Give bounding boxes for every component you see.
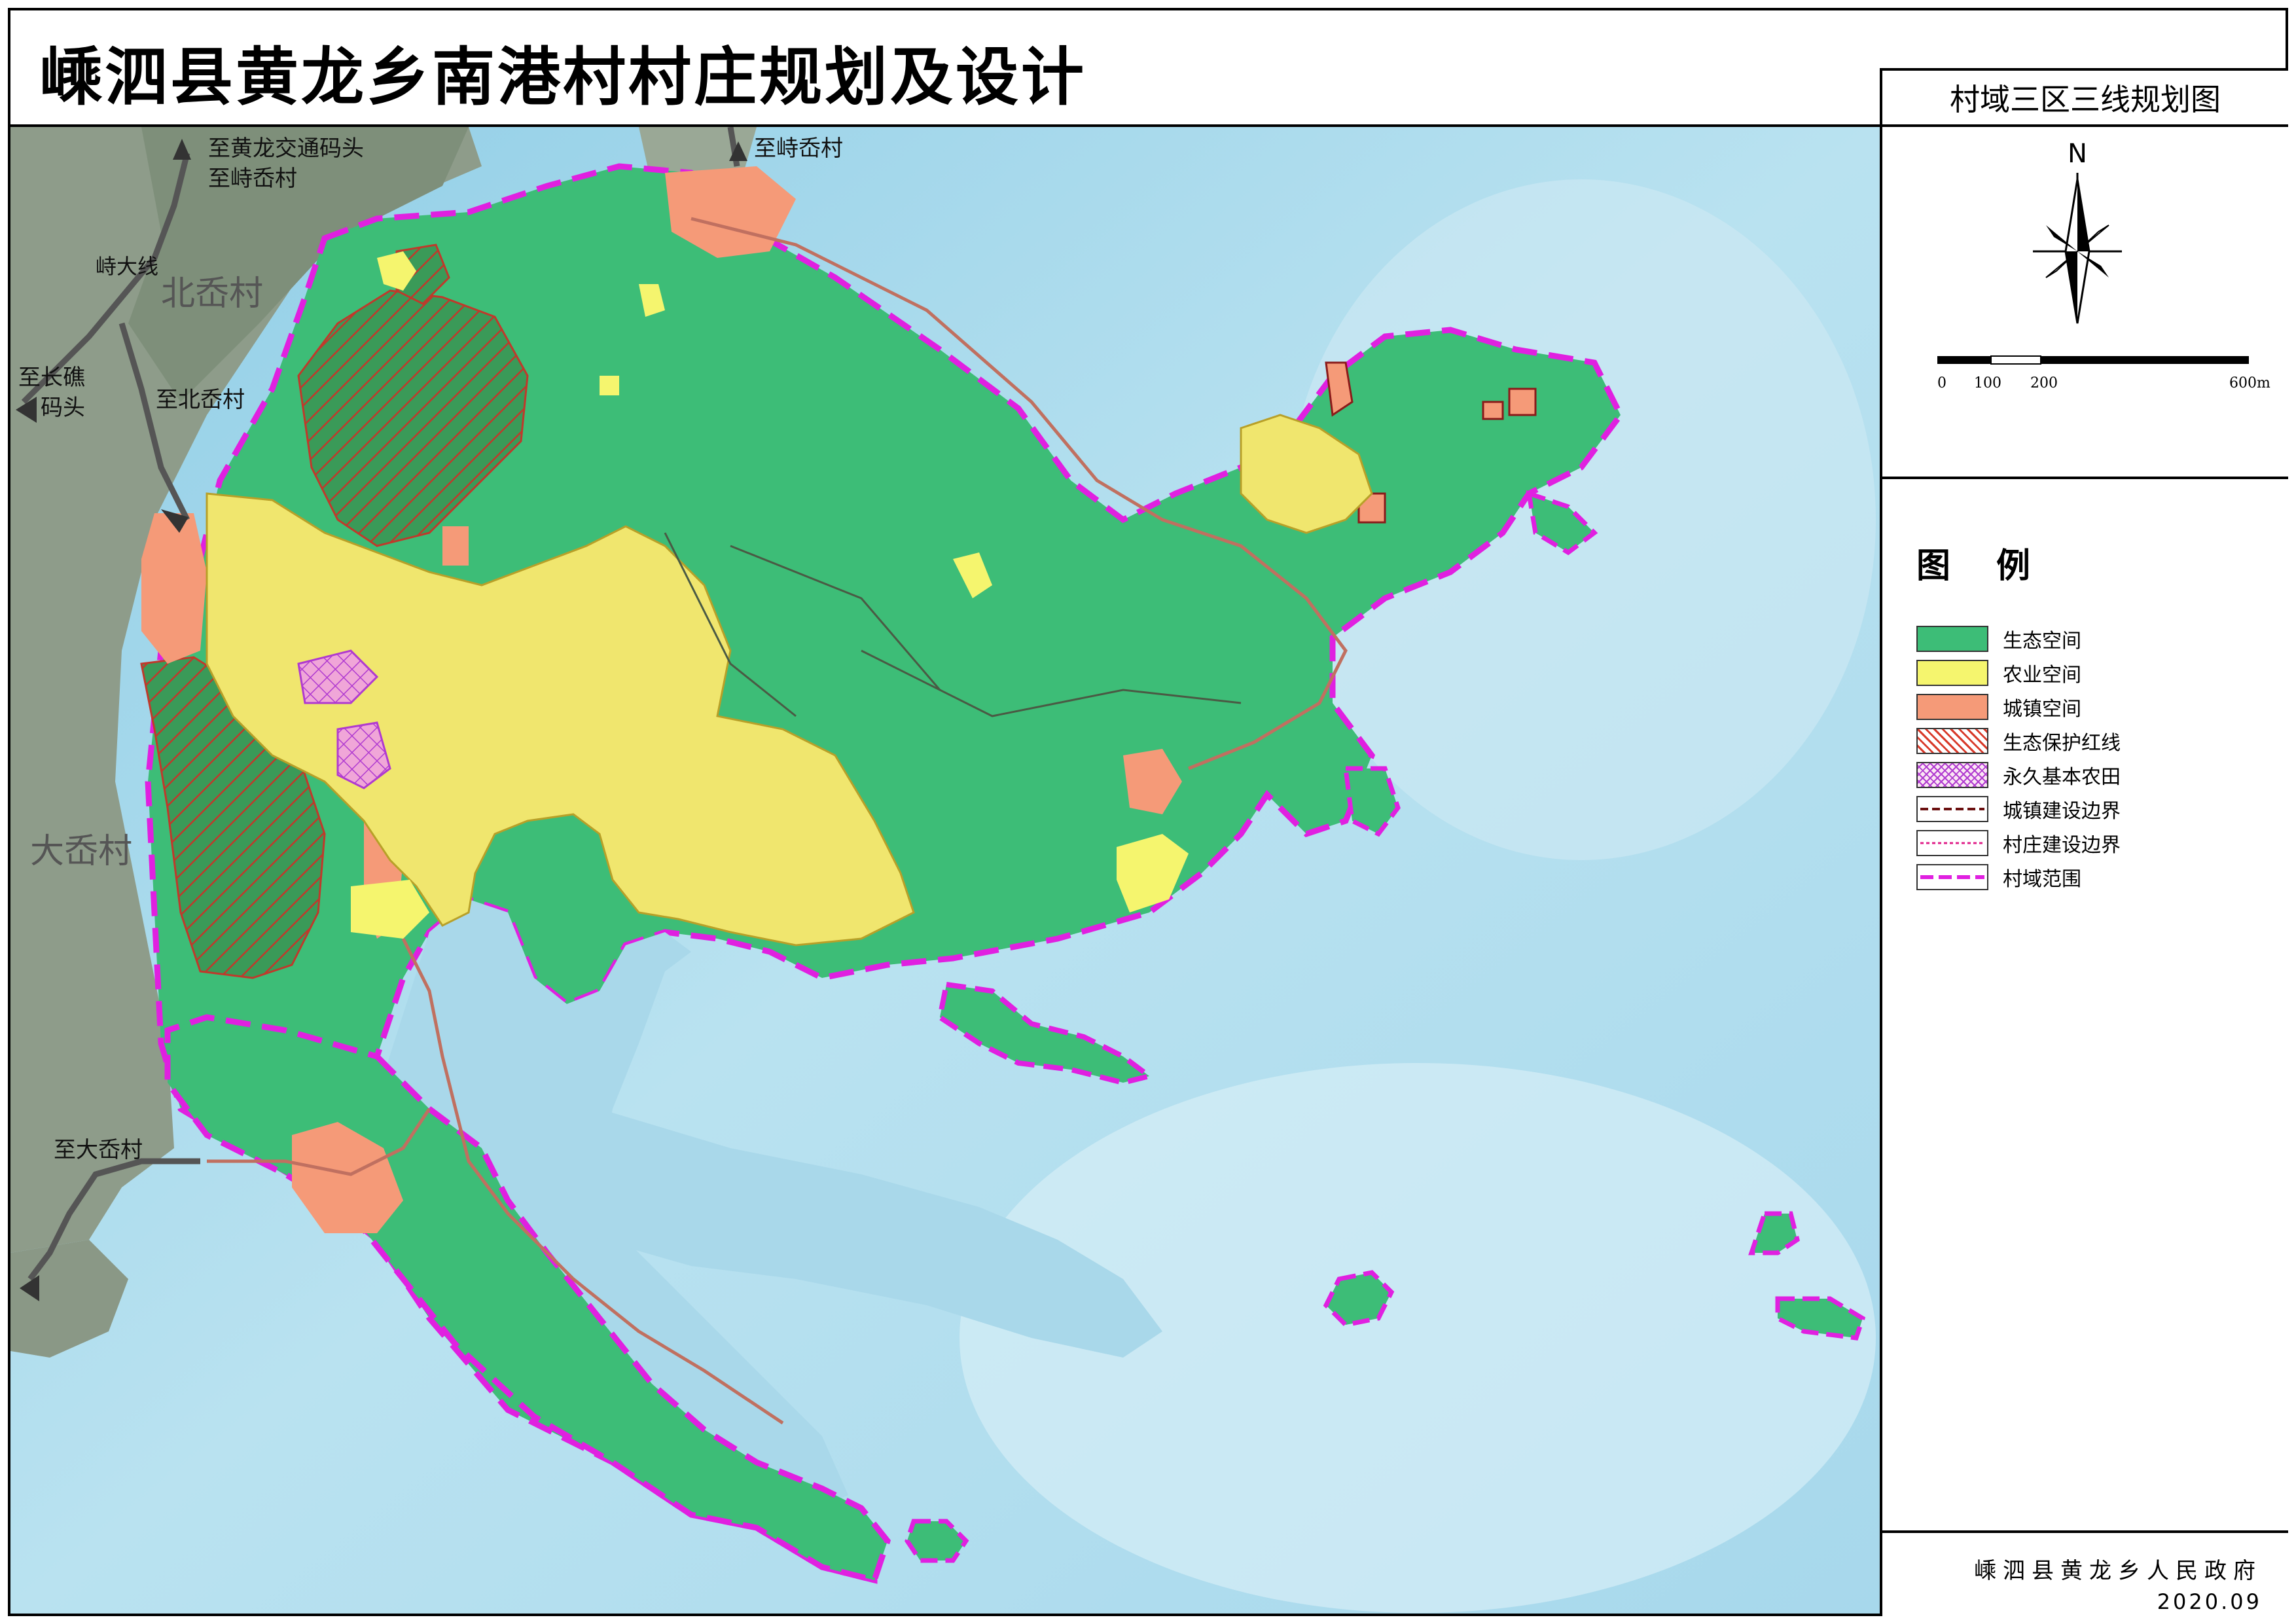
legend-item-village-area: 村域范围 <box>1916 860 2121 894</box>
town-space-east-2 <box>1482 401 1504 420</box>
issuer: 嵊泗县黄龙乡人民政府 <box>1974 1558 2262 1584</box>
legend-list: 生态空间 农业空间 城镇空间 生态保护红线 永久基本农田 城镇建设边界 村庄建设… <box>1916 622 2121 894</box>
legend-swatch-agricultural <box>1916 660 1988 686</box>
legend-label: 生态空间 <box>2003 630 2081 653</box>
scale-tick-0: 0 <box>1937 375 1946 391</box>
label-daao-village: 大岙村 <box>30 832 132 871</box>
label-beiao-village: 北岙村 <box>161 274 263 314</box>
legend: 图例 生态空间 农业空间 城镇空间 生态保护红线 永久基本农田 城镇建设边界 村… <box>1882 479 2288 1533</box>
legend-swatch-eco-redline <box>1916 728 1988 754</box>
legend-label: 城镇建设边界 <box>2003 800 2121 823</box>
legend-swatch-ecological <box>1916 626 1988 652</box>
legend-label: 城镇空间 <box>2003 698 2081 721</box>
compass-scale-box: N 0 100 200 600m <box>1882 127 2288 479</box>
legend-label: 村庄建设边界 <box>2003 834 2121 857</box>
legend-item-village-boundary: 村庄建设边界 <box>1916 826 2121 860</box>
map-canvas[interactable]: 至黄龙交通码头 至峙岙村 至峙岙村 峙大线 北岙村 至长礁 码头 至北岙村 大岙… <box>10 127 1880 1614</box>
legend-item-ecological: 生态空间 <box>1916 622 2121 656</box>
footer: 嵊泗县黄龙乡人民政府 2020.09 <box>1882 1533 2288 1616</box>
info-panel: 村域三区三线规划图 N 0 100 200 600m 图例 生态空间 农业空间 … <box>1880 68 2288 1616</box>
north-label: N <box>2068 139 2087 169</box>
scale-tick-100: 100 <box>1974 375 2001 391</box>
scale-bar: 0 100 200 600m <box>1937 355 2270 391</box>
north-arrow-icon <box>2033 173 2122 324</box>
legend-item-town: 城镇空间 <box>1916 690 2121 724</box>
legend-swatch-town <box>1916 694 1988 720</box>
legend-item-agricultural: 农业空间 <box>1916 656 2121 690</box>
legend-swatch-village-boundary <box>1916 830 1988 856</box>
label-to-daao: 至大岙村 <box>54 1137 143 1163</box>
town-space-east-1 <box>1508 388 1537 416</box>
label-to-changqiao-1: 至长礁 <box>18 365 85 391</box>
legend-swatch-basic-farmland <box>1916 762 1988 788</box>
legend-label: 生态保护红线 <box>2003 732 2121 755</box>
legend-label: 永久基本农田 <box>2003 766 2121 789</box>
label-road-shida: 峙大线 <box>96 254 158 279</box>
agri-space-small-2 <box>600 376 619 395</box>
legend-swatch-town-boundary <box>1916 796 1988 822</box>
legend-swatch-village-area <box>1916 864 1988 890</box>
label-to-changqiao-2: 码头 <box>41 395 85 421</box>
legend-label: 村域范围 <box>2003 868 2081 891</box>
town-space-west <box>141 513 207 664</box>
sheet-title: 村域三区三线规划图 <box>1882 68 2288 127</box>
legend-label: 农业空间 <box>2003 664 2081 687</box>
legend-item-eco-redline: 生态保护红线 <box>1916 724 2121 758</box>
label-to-huanglong: 至黄龙交通码头 <box>208 135 364 162</box>
scale-tick-600: 600m <box>2229 375 2270 391</box>
legend-item-basic-farmland: 永久基本农田 <box>1916 758 2121 792</box>
town-space-north-2 <box>442 526 469 566</box>
legend-item-town-boundary: 城镇建设边界 <box>1916 792 2121 826</box>
page-title: 嵊泗县黄龙乡南港村村庄规划及设计 <box>39 41 1086 114</box>
label-to-beiao: 至北岙村 <box>156 387 245 413</box>
label-to-shidai-west: 至峙岙村 <box>208 166 297 192</box>
scale-tick-200: 200 <box>2030 375 2058 391</box>
legend-title: 图例 <box>1916 547 2077 586</box>
label-to-shidai-north: 至峙岙村 <box>754 135 843 162</box>
issue-date: 2020.09 <box>2157 1589 2262 1614</box>
